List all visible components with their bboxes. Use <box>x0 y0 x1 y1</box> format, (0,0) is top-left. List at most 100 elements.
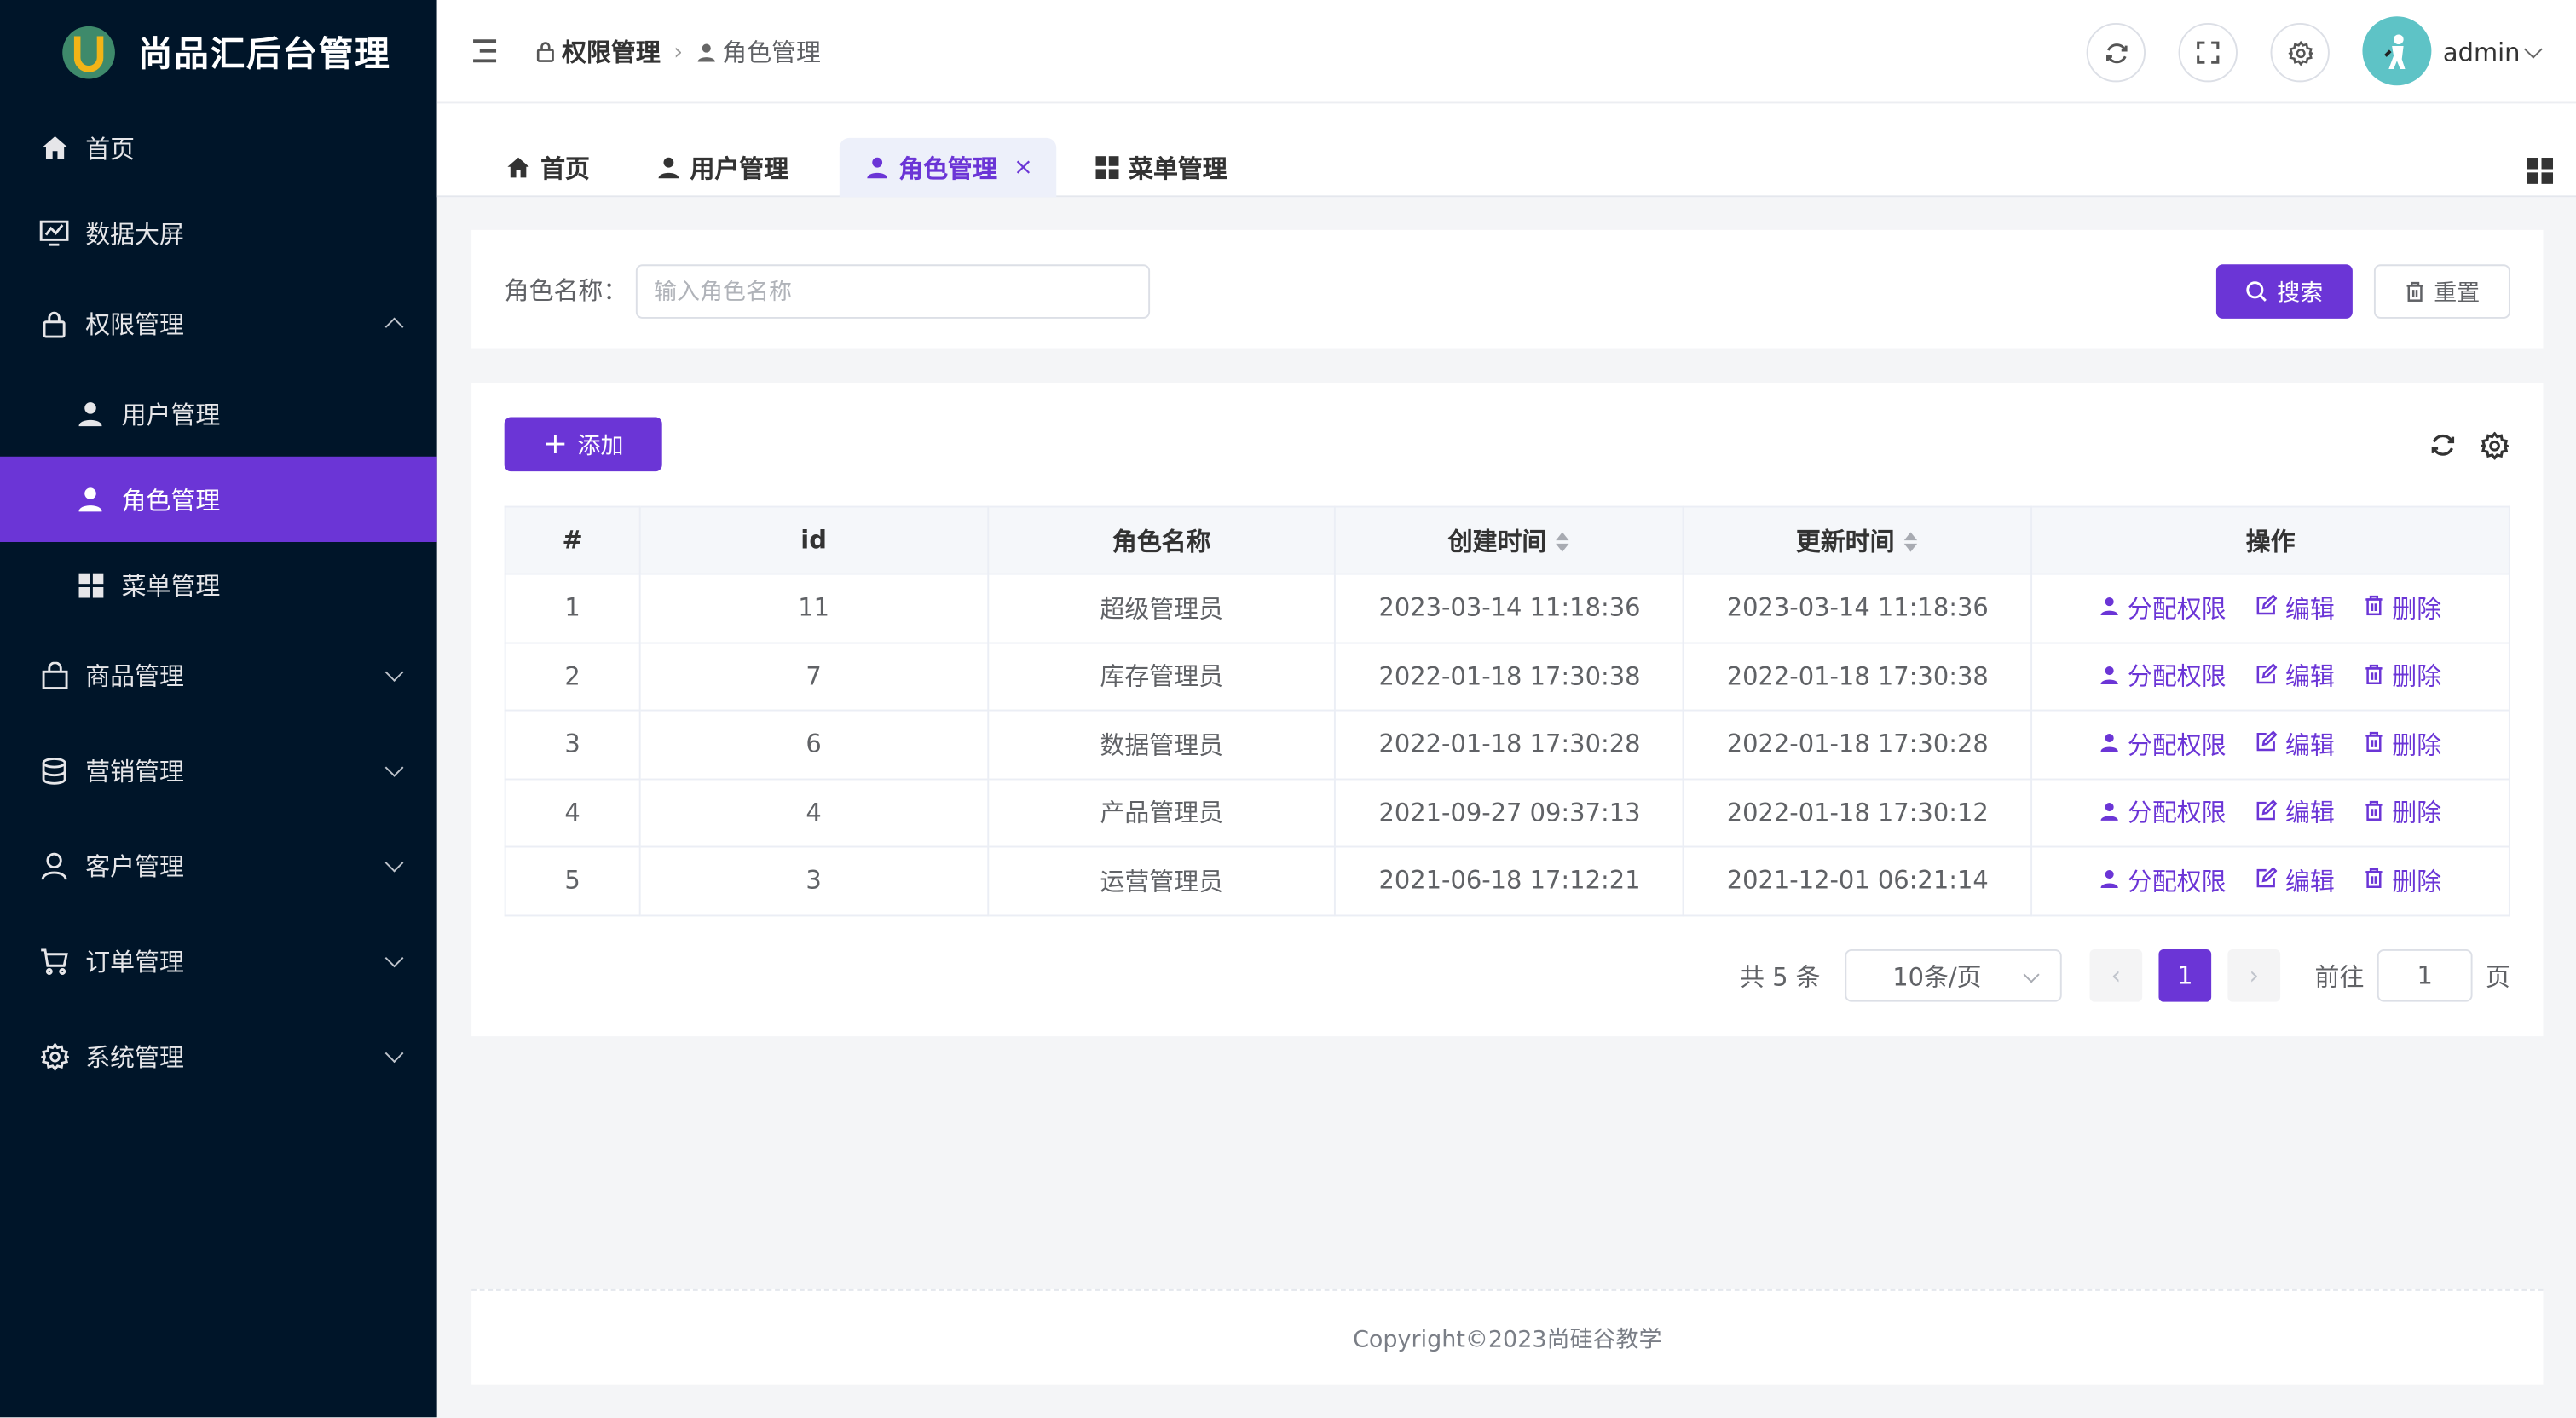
tab-menus[interactable]: 菜单管理 <box>1095 138 1227 197</box>
delete-button[interactable]: 删除 <box>2365 863 2441 897</box>
sort-icon[interactable] <box>1556 532 1571 552</box>
chevron-right-icon: › <box>2249 960 2260 991</box>
chevron-down-icon <box>384 948 404 968</box>
sort-icon[interactable] <box>1904 532 1919 552</box>
edit-button[interactable]: 编辑 <box>2255 591 2335 625</box>
reset-button[interactable]: 重置 <box>2373 264 2510 319</box>
user-icon <box>2099 661 2119 691</box>
trash-icon <box>2365 729 2384 759</box>
person-outline-icon <box>39 850 69 880</box>
assign-permission-button[interactable]: 分配权限 <box>2099 727 2227 761</box>
refresh-button[interactable] <box>2086 22 2146 83</box>
tab-home[interactable]: 首页 <box>506 138 590 197</box>
cell-created: 2022-01-18 17:30:38 <box>1334 641 1685 712</box>
edit-icon <box>2255 729 2278 759</box>
cell-index: 3 <box>504 709 641 780</box>
chevron-down-icon <box>384 663 404 682</box>
chevron-down-icon <box>384 1044 404 1064</box>
sidebar-item-marketing[interactable]: 营销管理 <box>0 723 437 818</box>
cell-role-name: 超级管理员 <box>986 573 1337 643</box>
edit-icon <box>2255 866 2278 896</box>
column-header-created[interactable]: 创建时间 <box>1334 505 1685 575</box>
tab-users[interactable]: 用户管理 <box>657 138 788 197</box>
user-icon <box>696 43 715 61</box>
table-header-row: # id 角色名称 创建时间 更新时间 操作 <box>504 505 2510 575</box>
assign-permission-button[interactable]: 分配权限 <box>2099 591 2227 625</box>
assign-permission-button[interactable]: 分配权限 <box>2099 863 2227 897</box>
chart-icon <box>39 218 69 248</box>
fullscreen-button[interactable] <box>2178 22 2238 83</box>
tab-menu-grid-icon[interactable] <box>2527 158 2554 184</box>
sidebar-item-label: 商品管理 <box>85 660 184 691</box>
prev-page-button[interactable]: ‹ <box>2089 948 2143 1002</box>
sidebar-item-label: 角色管理 <box>121 485 221 516</box>
collapse-menu-icon[interactable] <box>473 39 500 63</box>
edit-button[interactable]: 编辑 <box>2255 863 2335 897</box>
cell-id: 11 <box>638 573 989 643</box>
app-logo: 尚品汇后台管理 <box>0 0 437 105</box>
search-button[interactable]: 搜索 <box>2215 264 2353 319</box>
sidebar-item-data-screen[interactable]: 数据大屏 <box>0 191 437 276</box>
trash-icon <box>2406 281 2423 302</box>
edit-button[interactable]: 编辑 <box>2255 659 2335 693</box>
sidebar-item-users[interactable]: 用户管理 <box>0 372 437 457</box>
column-header-updated[interactable]: 更新时间 <box>1683 505 2033 575</box>
role-name-input[interactable] <box>635 264 1151 319</box>
sidebar-item-permission[interactable]: 权限管理 <box>0 276 437 372</box>
sidebar-item-home[interactable]: 首页 <box>0 105 437 190</box>
close-icon[interactable]: × <box>1014 154 1033 181</box>
chevron-down-icon[interactable] <box>2523 39 2543 59</box>
next-page-button[interactable]: › <box>2227 948 2281 1002</box>
cell-index: 4 <box>504 777 641 848</box>
edit-button[interactable]: 编辑 <box>2255 727 2335 761</box>
cell-created: 2022-01-18 17:30:28 <box>1334 709 1685 780</box>
add-role-button[interactable]: + 添加 <box>504 417 662 472</box>
cell-id: 7 <box>638 641 989 712</box>
assign-permission-button[interactable]: 分配权限 <box>2099 795 2227 829</box>
edit-button[interactable]: 编辑 <box>2255 795 2335 829</box>
table-settings-icon[interactable] <box>2479 430 2509 460</box>
table-refresh-icon[interactable] <box>2429 430 2458 460</box>
table-row: 3 6 数据管理员 2022-01-18 17:30:28 2022-01-18 17:… <box>504 709 2510 780</box>
cell-index: 2 <box>504 641 641 712</box>
sidebar-item-system[interactable]: 系统管理 <box>0 1008 437 1104</box>
breadcrumb-label: 角色管理 <box>722 37 821 68</box>
assign-label: 分配权限 <box>2127 798 2227 828</box>
sidebar-item-label: 权限管理 <box>85 309 184 339</box>
cell-updated: 2022-01-18 17:30:28 <box>1683 709 2033 780</box>
table-row: 1 11 超级管理员 2023-03-14 11:18:36 2023-03-14 11… <box>504 573 2510 643</box>
tab-roles[interactable]: 角色管理 × <box>839 137 1056 198</box>
sidebar-item-roles[interactable]: 角色管理 <box>0 456 437 543</box>
sidebar-item-orders[interactable]: 订单管理 <box>0 914 437 1009</box>
delete-button[interactable]: 删除 <box>2365 727 2441 761</box>
edit-label: 编辑 <box>2284 730 2335 760</box>
delete-button[interactable]: 删除 <box>2365 659 2441 693</box>
cell-role-name: 库存管理员 <box>986 641 1337 712</box>
sidebar-item-menus[interactable]: 菜单管理 <box>0 542 437 627</box>
goto-page-input[interactable]: 1 <box>2377 948 2473 1002</box>
column-header-index: # <box>504 505 641 575</box>
page-number-current[interactable]: 1 <box>2158 948 2212 1002</box>
sidebar-item-products[interactable]: 商品管理 <box>0 627 437 723</box>
delete-button[interactable]: 删除 <box>2365 591 2441 625</box>
breadcrumb-item-permission[interactable]: 权限管理 <box>535 34 661 68</box>
page-suffix: 页 <box>2485 961 2510 992</box>
settings-button[interactable] <box>2270 22 2330 83</box>
column-header-role-name: 角色名称 <box>986 505 1337 575</box>
user-name[interactable]: admin <box>2443 0 2521 103</box>
assign-permission-button[interactable]: 分配权限 <box>2099 659 2227 693</box>
chevron-right-icon: › <box>673 38 684 66</box>
trash-icon <box>2365 661 2384 691</box>
avatar[interactable] <box>2362 16 2432 86</box>
cell-created: 2021-09-27 09:37:13 <box>1334 777 1685 848</box>
cell-updated: 2022-01-18 17:30:12 <box>1683 777 2033 848</box>
cell-role-name: 运营管理员 <box>986 845 1337 916</box>
column-header-label: 更新时间 <box>1795 526 1895 556</box>
cell-created: 2023-03-14 11:18:36 <box>1334 573 1685 643</box>
page-size-select[interactable]: 10条/页 <box>1845 948 2062 1002</box>
avatar-figure-icon <box>2384 34 2406 69</box>
cell-updated: 2021-12-01 06:21:14 <box>1683 845 2033 916</box>
delete-button[interactable]: 删除 <box>2365 795 2441 829</box>
pagination-total: 共 5 条 <box>1740 961 1821 992</box>
sidebar-item-customers[interactable]: 客户管理 <box>0 818 437 914</box>
